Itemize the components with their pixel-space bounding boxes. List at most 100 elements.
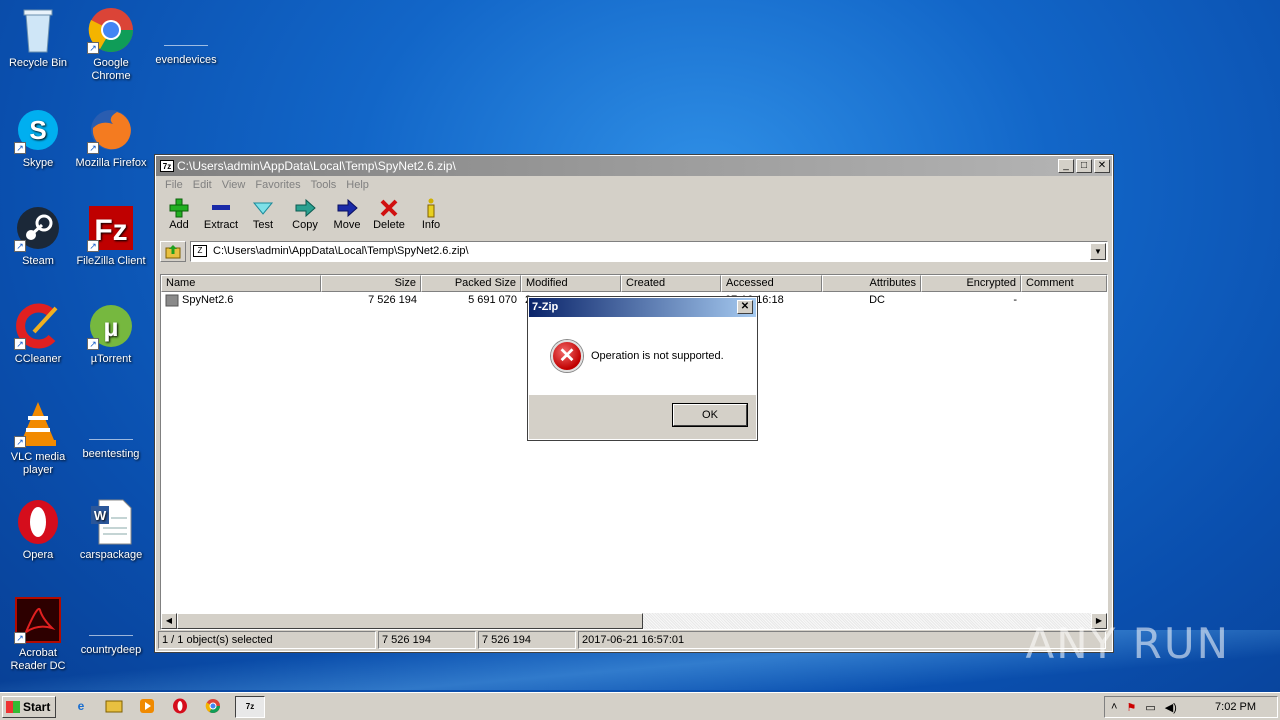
dialog-titlebar[interactable]: 7-Zip ✕: [529, 298, 756, 317]
desktop-icon-label: Opera: [22, 549, 54, 561]
desktop-icon-label: Mozilla Firefox: [75, 157, 147, 169]
address-bar: Z C:\Users\admin\AppData\Local\Temp\SpyN…: [156, 239, 1112, 263]
opera-taskbar-icon[interactable]: [169, 696, 191, 716]
chrome-taskbar-icon[interactable]: [202, 696, 224, 716]
clock[interactable]: 7:02 PM: [1215, 701, 1256, 713]
menu-tools[interactable]: Tools: [311, 179, 337, 191]
folder-icon: [165, 294, 179, 307]
column-accessed[interactable]: Accessed: [721, 275, 822, 292]
svg-text:Fz: Fz: [94, 214, 127, 247]
scroll-thumb[interactable]: [177, 613, 643, 629]
steam-icon: ↗: [14, 204, 62, 252]
desktop-icon-label: countrydeep: [80, 644, 142, 656]
desktop-icon-label: carspackage: [79, 549, 143, 561]
svg-text:S: S: [29, 115, 46, 145]
desktop-icon-utorrent[interactable]: µ ↗ µTorrent: [73, 302, 149, 366]
horizontal-scrollbar[interactable]: ◀ ▶: [161, 613, 1107, 629]
desktop-icon-opera[interactable]: Opera: [0, 498, 76, 562]
test-button[interactable]: Test: [242, 194, 284, 239]
scroll-left-button[interactable]: ◀: [161, 613, 177, 629]
desktop-icon-carspackage[interactable]: W carspackage: [73, 498, 149, 562]
copy-icon: [284, 197, 326, 219]
chrome-icon: ↗: [87, 6, 135, 54]
desktop-icon-recycle-bin[interactable]: Recycle Bin: [0, 6, 76, 70]
desktop-icon-acrobat[interactable]: ↗ Acrobat Reader DC: [0, 596, 76, 673]
file-name: SpyNet2.6: [182, 294, 234, 306]
delete-icon: [368, 197, 410, 219]
address-input[interactable]: C:\Users\admin\AppData\Local\Temp\SpyNet…: [213, 245, 1090, 257]
desktop-icon-google-chrome[interactable]: ↗ Google Chrome: [73, 6, 149, 83]
desktop-icon-beentesting[interactable]: beentesting: [73, 400, 149, 461]
add-button[interactable]: Add: [158, 194, 200, 239]
desktop-icon-mozilla-firefox[interactable]: ↗ Mozilla Firefox: [73, 106, 149, 170]
action-center-icon[interactable]: ⚑: [1126, 701, 1136, 714]
menubar: File Edit View Favorites Tools Help: [156, 176, 1112, 194]
menu-help[interactable]: Help: [346, 179, 369, 191]
error-icon: ✕: [551, 340, 583, 372]
column-modified[interactable]: Modified: [521, 275, 621, 292]
start-button[interactable]: Start: [2, 695, 56, 718]
cell-encrypted: -: [1013, 294, 1017, 306]
info-icon: [410, 197, 452, 219]
move-button[interactable]: Move: [326, 194, 368, 239]
ok-button[interactable]: OK: [672, 403, 748, 427]
desktop-icon-label: FileZilla Client: [76, 255, 146, 267]
zip-archive-icon: Z: [193, 245, 207, 257]
svg-text:W: W: [94, 508, 107, 523]
media-player-icon[interactable]: [136, 696, 158, 716]
menu-view[interactable]: View: [222, 179, 246, 191]
blank-file-icon: [89, 606, 133, 636]
move-label: Move: [333, 219, 361, 231]
column-comment[interactable]: Comment: [1021, 275, 1107, 292]
maximize-button[interactable]: □: [1076, 159, 1092, 173]
vlc-icon: ↗: [14, 400, 62, 448]
desktop-icon-skype[interactable]: S ↗ Skype: [0, 106, 76, 170]
svg-text:µ: µ: [104, 312, 119, 342]
network-icon[interactable]: ▭: [1145, 701, 1155, 714]
test-icon: [242, 197, 284, 219]
status-bar: 1 / 1 object(s) selected 7 526 194 7 526…: [158, 631, 1110, 649]
column-encrypted[interactable]: Encrypted: [921, 275, 1021, 292]
dialog-close-button[interactable]: ✕: [737, 300, 753, 314]
desktop-icon-label: Steam: [22, 255, 54, 267]
dialog-body: ✕ Operation is not supported.: [529, 317, 756, 395]
cell-comment: [1021, 292, 1107, 308]
internet-explorer-icon[interactable]: e: [70, 696, 92, 716]
extract-label: Extract: [203, 219, 239, 231]
desktop-icon-countrydeep[interactable]: countrydeep: [73, 596, 149, 657]
info-button[interactable]: Info: [410, 194, 452, 239]
acrobat-icon: ↗: [14, 596, 62, 644]
7zip-taskbar-button[interactable]: 7z: [235, 695, 265, 718]
desktop-icon-steam[interactable]: ↗ Steam: [0, 204, 76, 268]
desktop-icon-vlc[interactable]: ↗ VLC media player: [0, 400, 76, 477]
column-created[interactable]: Created: [621, 275, 721, 292]
menu-favorites[interactable]: Favorites: [255, 179, 300, 191]
desktop-icon-filezilla[interactable]: Fz ↗ FileZilla Client: [73, 204, 149, 268]
copy-button[interactable]: Copy: [284, 194, 326, 239]
address-combobox[interactable]: Z C:\Users\admin\AppData\Local\Temp\SpyN…: [190, 240, 1108, 262]
tray-expand-icon[interactable]: ˄: [1111, 701, 1117, 713]
delete-button[interactable]: Delete: [368, 194, 410, 239]
menu-file[interactable]: File: [165, 179, 183, 191]
menu-edit[interactable]: Edit: [193, 179, 212, 191]
close-button[interactable]: ✕: [1094, 159, 1110, 173]
desktop-icon-evendevices[interactable]: evendevices: [148, 6, 224, 67]
column-attributes[interactable]: Attributes: [822, 275, 921, 292]
extract-button[interactable]: Extract: [200, 194, 242, 239]
address-dropdown-button[interactable]: ▼: [1090, 242, 1106, 260]
window-titlebar[interactable]: 7z C:\Users\admin\AppData\Local\Temp\Spy…: [156, 156, 1112, 176]
explorer-folder-icon[interactable]: [103, 696, 125, 716]
minimize-button[interactable]: _: [1058, 159, 1074, 173]
toolbar: Add Extract Test Copy Move Delete Info: [156, 194, 1112, 239]
column-size[interactable]: Size: [321, 275, 421, 292]
column-name[interactable]: Name: [161, 275, 321, 292]
desktop-icon-label: Google Chrome: [91, 57, 131, 82]
desktop-icon-label: Acrobat Reader DC: [10, 647, 66, 672]
quick-launch: e 7z: [70, 695, 265, 718]
column-packed-size[interactable]: Packed Size: [421, 275, 521, 292]
desktop-icon-ccleaner[interactable]: ↗ CCleaner: [0, 302, 76, 366]
up-folder-button[interactable]: [160, 240, 186, 262]
volume-icon[interactable]: ◀): [1165, 701, 1177, 714]
test-label: Test: [252, 219, 274, 231]
windows-logo-icon: [6, 700, 20, 713]
